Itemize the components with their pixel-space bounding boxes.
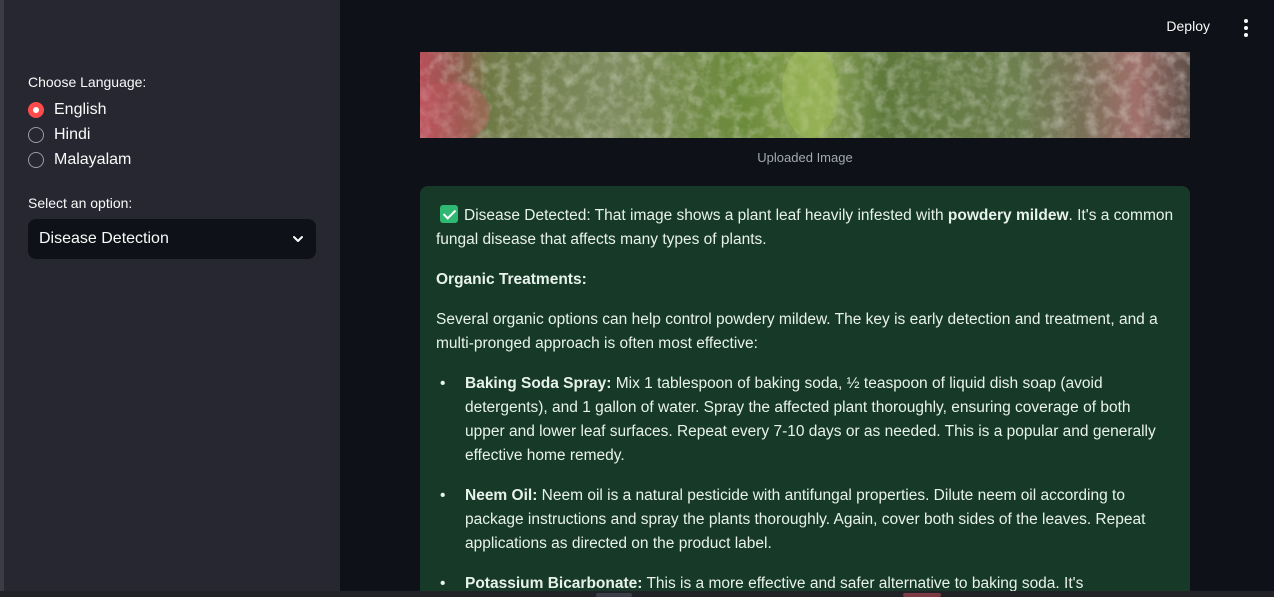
- option-select[interactable]: Disease Detection: [28, 219, 316, 259]
- radio-hindi[interactable]: Hindi: [28, 126, 90, 144]
- radio-checked-icon[interactable]: [28, 102, 44, 118]
- top-bar: Deploy: [340, 0, 1274, 52]
- deploy-button[interactable]: Deploy: [1166, 18, 1210, 34]
- sidebar: Choose Language: English Hindi Malayalam…: [4, 0, 340, 597]
- bottom-taskbar: [0, 591, 1274, 597]
- radio-unchecked-icon[interactable]: [28, 152, 44, 168]
- radio-label: Hindi: [54, 126, 91, 143]
- disease-name: powdery mildew: [947, 207, 1069, 224]
- list-item: Neem Oil: Neem oil is a natural pesticid…: [436, 484, 1174, 556]
- option-label: Select an option:: [28, 195, 133, 211]
- treatments-heading: Organic Treatments:: [436, 268, 1174, 292]
- result-success-box: Disease Detected: That image shows a pla…: [420, 186, 1190, 597]
- result-intro: Disease Detected: That image shows a pla…: [436, 204, 1174, 252]
- taskbar-item[interactable]: [596, 593, 632, 597]
- heading-text: Organic Treatments:: [436, 271, 587, 288]
- radio-unchecked-icon[interactable]: [28, 127, 44, 143]
- image-caption: Uploaded Image: [757, 150, 853, 165]
- item-text: Neem oil is a natural pesticide with ant…: [465, 487, 1146, 552]
- treatments-paragraph: Several organic options can help control…: [436, 311, 1158, 352]
- item-title: Baking Soda Spray:: [465, 375, 612, 392]
- select-value: Disease Detection: [39, 230, 169, 247]
- radio-label: English: [54, 101, 107, 118]
- list-item: Baking Soda Spray: Mix 1 tablespoon of b…: [436, 372, 1174, 468]
- taskbar-item[interactable]: [903, 593, 941, 597]
- treatment-list: Baking Soda Spray: Mix 1 tablespoon of b…: [436, 372, 1174, 597]
- item-title: Potassium Bicarbonate:: [465, 575, 643, 592]
- check-mark-icon: [440, 205, 458, 223]
- item-title: Neem Oil:: [465, 487, 538, 504]
- uploaded-leaf-image: [420, 52, 1190, 138]
- chevron-down-icon[interactable]: [291, 232, 305, 246]
- radio-label: Malayalam: [54, 151, 132, 168]
- language-label: Choose Language:: [28, 74, 147, 90]
- kebab-menu-icon[interactable]: [1244, 19, 1248, 37]
- intro-text: Disease Detected: That image shows a pla…: [464, 207, 948, 224]
- radio-malayalam[interactable]: Malayalam: [28, 151, 131, 169]
- radio-english[interactable]: English: [28, 101, 106, 119]
